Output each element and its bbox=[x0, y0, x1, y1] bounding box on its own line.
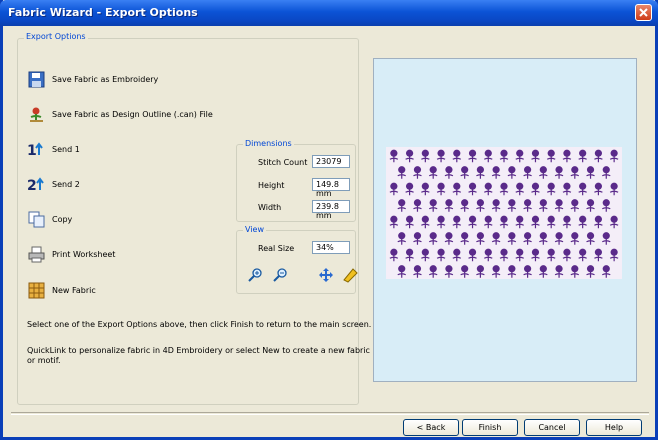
width-value: 239.8 mm bbox=[312, 200, 350, 220]
cancel-button[interactable]: Cancel bbox=[524, 419, 580, 436]
zoom-in-button[interactable] bbox=[244, 264, 266, 286]
print-worksheet-option[interactable]: Print Worksheet bbox=[27, 244, 115, 264]
pan-button[interactable] bbox=[315, 264, 337, 286]
zoom-out-icon bbox=[273, 268, 287, 282]
stitch-count-value: 23079 bbox=[312, 155, 350, 168]
finish-button[interactable]: Finish bbox=[462, 419, 518, 436]
quicklink-text-line-2: or motif. bbox=[27, 356, 61, 365]
button-separator bbox=[11, 412, 649, 415]
send-1-label: Send 1 bbox=[52, 144, 80, 154]
measure-button[interactable] bbox=[339, 264, 361, 286]
real-size-label: Real Size bbox=[258, 244, 295, 253]
height-value: 149.8 mm bbox=[312, 178, 350, 198]
back-button[interactable]: < Back bbox=[403, 419, 459, 436]
real-size-value: 34% bbox=[312, 241, 350, 254]
quicklink-text-line-1: QuickLink to personalize fabric in 4D Em… bbox=[27, 346, 370, 355]
copy-icon bbox=[27, 210, 46, 229]
print-worksheet-label: Print Worksheet bbox=[52, 249, 116, 259]
pan-icon bbox=[319, 268, 333, 282]
new-fabric-icon bbox=[27, 281, 46, 300]
dimensions-legend: Dimensions bbox=[243, 139, 294, 148]
help-button[interactable]: Help bbox=[586, 419, 642, 436]
copy-label: Copy bbox=[52, 214, 73, 224]
title-bar[interactable]: Fabric Wizard - Export Options bbox=[0, 0, 658, 26]
height-label: Height bbox=[258, 181, 285, 190]
save-design-outline-option[interactable]: Save Fabric as Design Outline (.can) Fil… bbox=[27, 104, 213, 124]
save-embroidery-label: Save Fabric as Embroidery bbox=[52, 74, 159, 84]
save-design-outline-label: Save Fabric as Design Outline (.can) Fil… bbox=[52, 109, 213, 119]
svg-text:2: 2 bbox=[27, 178, 37, 193]
window-title: Fabric Wizard - Export Options bbox=[8, 6, 198, 19]
stitch-count-label: Stitch Count bbox=[258, 158, 308, 167]
send-2-option[interactable]: 2 Send 2 bbox=[27, 174, 80, 194]
embroidery-fabric-preview bbox=[386, 147, 622, 279]
zoom-out-button[interactable] bbox=[269, 264, 291, 286]
width-label: Width bbox=[258, 203, 282, 212]
instruction-text: Select one of the Export Options above, … bbox=[27, 320, 372, 329]
svg-text:1: 1 bbox=[27, 143, 37, 158]
fabric-preview-panel bbox=[373, 58, 637, 382]
view-legend: View bbox=[243, 225, 266, 234]
export-options-legend: Export Options bbox=[24, 32, 88, 41]
measure-icon bbox=[343, 268, 358, 283]
copy-option[interactable]: Copy bbox=[27, 209, 72, 229]
close-button[interactable] bbox=[635, 4, 652, 21]
save-embroidery-option[interactable]: Save Fabric as Embroidery bbox=[27, 69, 158, 89]
design-outline-icon bbox=[27, 105, 46, 124]
close-icon bbox=[639, 8, 648, 17]
floppy-disk-icon bbox=[27, 70, 46, 89]
new-fabric-label: New Fabric bbox=[52, 285, 96, 295]
zoom-in-icon bbox=[248, 268, 262, 282]
fabric-wizard-window: Fabric Wizard - Export Options Export Op… bbox=[0, 0, 658, 440]
new-fabric-option[interactable]: New Fabric bbox=[27, 280, 96, 300]
send-2-icon: 2 bbox=[27, 175, 46, 194]
send-1-option[interactable]: 1 Send 1 bbox=[27, 139, 80, 159]
send-1-icon: 1 bbox=[27, 140, 46, 159]
send-2-label: Send 2 bbox=[52, 179, 80, 189]
printer-icon bbox=[27, 245, 46, 264]
